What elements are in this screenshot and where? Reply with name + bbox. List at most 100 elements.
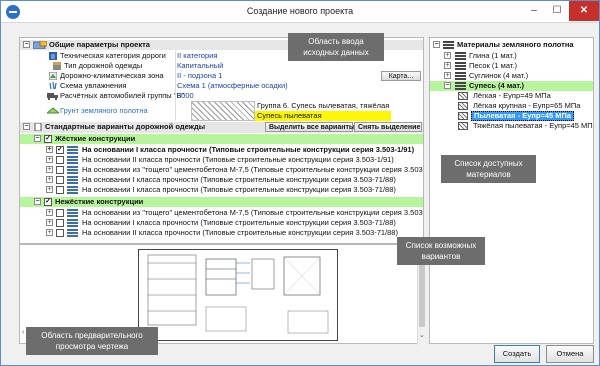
variant-row[interactable]: + На основании II класса прочности (Типов… bbox=[20, 155, 423, 165]
collapse-icon[interactable]: − bbox=[23, 123, 30, 130]
variant-label: На основании II класса прочности (Типовы… bbox=[82, 155, 394, 164]
material-item-label: Лёгкая крупная - Eупр=65 МПа bbox=[473, 101, 581, 110]
materials-header[interactable]: − Материалы земляного полотна bbox=[430, 40, 593, 50]
prop-name-moisture-scheme: Схема увлажнения bbox=[60, 81, 127, 90]
variants-header[interactable]: − Стандартные варианты дорожной одежды В… bbox=[20, 122, 423, 133]
expand-icon[interactable]: + bbox=[46, 186, 53, 193]
variant-checkbox[interactable] bbox=[56, 156, 64, 164]
close-button[interactable]: ✕ bbox=[569, 1, 599, 21]
expand-icon[interactable]: + bbox=[46, 219, 53, 226]
select-all-button[interactable]: Выделить все варианты bbox=[265, 122, 355, 132]
expand-icon[interactable]: + bbox=[46, 146, 53, 153]
prop-value-moisture-scheme[interactable]: Схема 1 (атмосферные осадки) bbox=[177, 81, 288, 91]
callout-materials: Список доступных материалов bbox=[441, 155, 536, 183]
variant-row[interactable]: + На основании I класса прочности (Типовы… bbox=[20, 218, 423, 228]
variant-checkbox[interactable]: ✓ bbox=[56, 146, 64, 154]
layers-icon bbox=[443, 41, 454, 49]
expand-icon[interactable]: + bbox=[444, 62, 451, 69]
expand-icon[interactable]: + bbox=[46, 209, 53, 216]
create-button[interactable]: Создать bbox=[494, 345, 540, 363]
scrollbar-thumb[interactable] bbox=[419, 255, 425, 327]
variant-row[interactable]: + ✓ На основании I класса прочности (Типов… bbox=[20, 145, 423, 155]
map-button[interactable]: Карта... bbox=[381, 71, 421, 81]
construction-layers-icon bbox=[67, 166, 78, 174]
material-group-row[interactable]: + Суглинок (4 мат.) bbox=[430, 71, 593, 81]
scroll-left-arrow-icon[interactable]: ‹ bbox=[22, 329, 24, 336]
prop-value-pavement-type[interactable]: Капитальный bbox=[177, 61, 223, 71]
expand-icon[interactable]: + bbox=[46, 229, 53, 236]
collapse-icon[interactable]: − bbox=[433, 41, 440, 48]
prop-value-climate-zone[interactable]: II - подзона 1 bbox=[177, 71, 222, 81]
soil-value-highlight[interactable]: Супесь пылеватая bbox=[255, 111, 391, 121]
clear-selection-button[interactable]: Снять выделение bbox=[354, 122, 422, 132]
document-icon bbox=[34, 123, 42, 131]
material-group-label: Глина (1 мат.) bbox=[469, 51, 517, 60]
prop-row-pavement-type[interactable]: Тип дорожной одежды Капитальный bbox=[20, 61, 423, 71]
construction-layers-icon bbox=[67, 186, 78, 194]
nonrigid-group-row[interactable]: − ✓ Нежёсткие конструкции bbox=[20, 197, 423, 207]
expand-icon[interactable]: + bbox=[46, 176, 53, 183]
project-parameters-tree[interactable]: − Общие параметры проекта II Техническая… bbox=[19, 37, 424, 244]
materials-tree[interactable]: − Материалы земляного полотна + Глина (1 … bbox=[429, 37, 594, 344]
collapse-icon[interactable]: − bbox=[34, 198, 41, 205]
column-separator bbox=[175, 81, 176, 91]
expand-icon[interactable]: + bbox=[444, 52, 451, 59]
expand-icon[interactable]: + bbox=[444, 72, 451, 79]
dialog-window: Создание нового проекта – ☐ ✕ − Общие па… bbox=[0, 0, 600, 366]
prop-value-category[interactable]: II категория bbox=[177, 51, 217, 61]
material-group-icon bbox=[455, 82, 466, 90]
scroll-down-arrow-icon[interactable]: ⌄ bbox=[419, 331, 425, 339]
callout-preview: Область предварительного просмотра черте… bbox=[26, 327, 158, 355]
rigid-group-checkbox[interactable]: ✓ bbox=[44, 135, 52, 143]
prop-value-vehicles[interactable]: 3000 bbox=[177, 91, 194, 101]
nonrigid-group-label: Нежёсткие конструкции bbox=[55, 197, 144, 206]
callout-input-area: Область ввода исходных данных bbox=[288, 33, 384, 61]
material-group-label: Супесь (4 мат.) bbox=[469, 81, 525, 90]
construction-layers-icon bbox=[67, 219, 78, 227]
material-group-row[interactable]: + Глина (1 мат.) bbox=[430, 51, 593, 61]
prop-row-climate-zone[interactable]: Дорожно-климатическая зона II - подзона … bbox=[20, 71, 423, 81]
variant-checkbox[interactable] bbox=[56, 229, 64, 237]
title-bar[interactable]: Создание нового проекта – ☐ ✕ bbox=[1, 1, 599, 23]
materials-header-label: Материалы земляного полотна bbox=[457, 40, 574, 49]
variant-row[interactable]: + На основании I класса прочности (Типовы… bbox=[20, 175, 423, 185]
expand-icon[interactable]: + bbox=[46, 156, 53, 163]
material-group-label: Песок (1 мат.) bbox=[469, 61, 518, 70]
variant-label: На основании I класса прочности (Типовые… bbox=[82, 218, 396, 227]
collapse-icon[interactable]: − bbox=[34, 135, 41, 142]
minimize-button[interactable]: – bbox=[523, 1, 545, 21]
collapse-icon[interactable]: − bbox=[23, 41, 30, 48]
callout-variants: Список возможных вариантов bbox=[397, 237, 485, 265]
variant-checkbox[interactable] bbox=[56, 219, 64, 227]
variant-checkbox[interactable] bbox=[56, 186, 64, 194]
material-item-label: Пылеватая - Eупр=45 МПа bbox=[471, 111, 575, 121]
variant-checkbox[interactable] bbox=[56, 166, 64, 174]
prop-name-category: Техническая категория дороги bbox=[60, 51, 166, 60]
expand-icon[interactable]: + bbox=[46, 166, 53, 173]
rigid-group-row[interactable]: − ✓ Жёсткие конструкции bbox=[20, 134, 423, 144]
variant-row[interactable]: + На основании из "тощего" цементобетона … bbox=[20, 165, 423, 175]
construction-layers-icon bbox=[67, 156, 78, 164]
road-category-icon: II bbox=[49, 52, 57, 60]
material-group-row[interactable]: + Песок (1 мат.) bbox=[430, 61, 593, 71]
variant-row[interactable]: + На основании II класса прочности (Типов… bbox=[20, 228, 423, 238]
prop-name-climate-zone: Дорожно-климатическая зона bbox=[60, 71, 164, 80]
variant-row[interactable]: + На основании из "тощего" цементобетона … bbox=[20, 208, 423, 218]
construction-layers-icon bbox=[67, 209, 78, 217]
rigid-group-label: Жёсткие конструкции bbox=[55, 134, 136, 143]
prop-name-subgrade-soil: Грунт земляного полотна bbox=[60, 106, 148, 115]
material-group-row[interactable]: − Супесь (4 мат.) bbox=[430, 81, 593, 91]
nonrigid-group-checkbox[interactable]: ✓ bbox=[44, 198, 52, 206]
prop-row-moisture-scheme[interactable]: Схема увлажнения Схема 1 (атмосферные ос… bbox=[20, 81, 423, 91]
prop-row-vehicles[interactable]: Расчётных автомобилей группы "Б" 3000 bbox=[20, 91, 423, 101]
cancel-button[interactable]: Отмена bbox=[546, 345, 594, 363]
collapse-icon[interactable]: − bbox=[444, 82, 451, 89]
variant-checkbox[interactable] bbox=[56, 176, 64, 184]
prop-name-vehicles: Расчётных автомобилей группы "Б" bbox=[60, 91, 185, 100]
soil-layer-icon bbox=[47, 107, 59, 114]
soil-value-text: Супесь пылеватая bbox=[257, 111, 322, 120]
variant-row[interactable]: + На основании I класса прочности (Типовы… bbox=[20, 185, 423, 195]
prop-row-subgrade-soil[interactable]: Грунт земляного полотна Группа 6. Супесь… bbox=[20, 101, 423, 121]
variant-checkbox[interactable] bbox=[56, 209, 64, 217]
maximize-button[interactable]: ☐ bbox=[547, 1, 567, 21]
